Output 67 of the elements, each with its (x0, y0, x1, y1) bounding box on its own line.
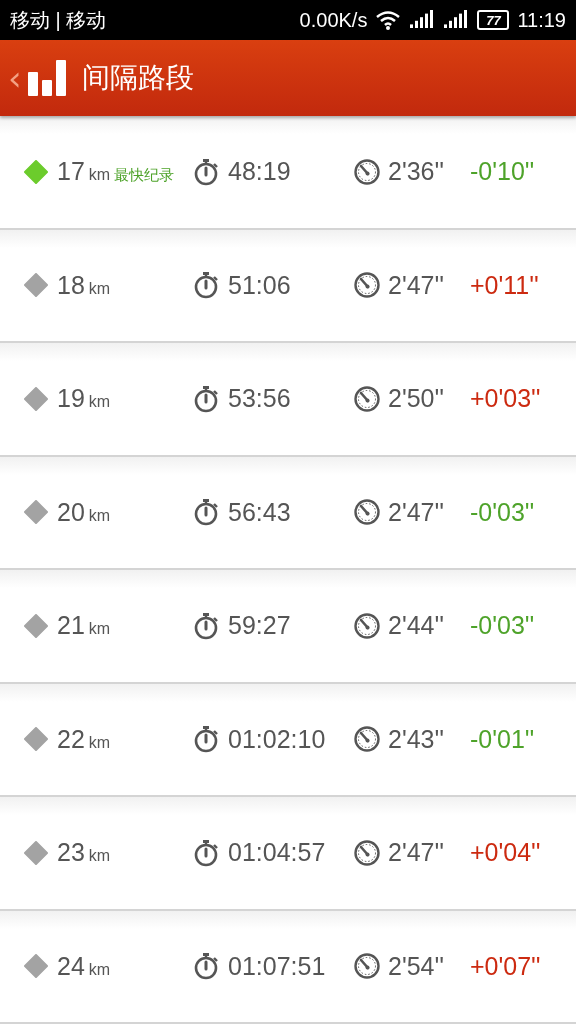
stopwatch-icon (192, 952, 220, 981)
distance-value: 18 (57, 270, 85, 300)
speedometer-icon (353, 271, 381, 300)
battery-icon: 77 (477, 10, 510, 30)
carrier-label: 移动 | 移动 (10, 7, 107, 33)
split-time: 51:06 (228, 270, 291, 300)
distance-unit: km (88, 847, 111, 866)
pace-difference: -0'03'' (470, 497, 535, 527)
pace-value: 2'47'' (388, 497, 445, 527)
split-time: 01:07:51 (228, 951, 326, 981)
speedometer-icon (353, 157, 381, 186)
distance-unit: km (88, 166, 111, 185)
stopwatch-icon (192, 611, 220, 640)
split-time: 48:19 (228, 157, 291, 187)
wifi-icon (375, 10, 402, 30)
stopwatch-icon (192, 725, 220, 754)
split-time: 53:56 (228, 384, 291, 414)
speedometer-icon (353, 384, 381, 413)
signal-icon (409, 10, 436, 30)
bar-chart-icon (27, 60, 66, 96)
back-button[interactable]: ‹ (8, 61, 22, 95)
pace-difference: +0'04'' (470, 838, 541, 868)
best-record-label: 最快纪录 (114, 166, 175, 186)
distance-value: 20 (57, 497, 85, 527)
distance-unit: km (88, 960, 111, 979)
distance-value: 24 (57, 951, 85, 981)
pace-value: 2'47'' (388, 838, 445, 868)
stopwatch-icon (192, 838, 220, 867)
signal-icon (443, 10, 470, 30)
distance-value: 23 (57, 838, 85, 868)
distance-value: 19 (57, 384, 85, 414)
pace-difference: -0'01'' (470, 724, 535, 754)
pace-value: 2'44'' (388, 611, 445, 641)
distance-value: 21 (57, 611, 85, 641)
pace-value: 2'54'' (388, 951, 445, 981)
network-speed: 0.00K/s (299, 8, 368, 32)
split-time: 56:43 (228, 497, 291, 527)
pace-value: 2'43'' (388, 724, 445, 754)
distance-value: 17 (57, 157, 85, 187)
stopwatch-icon (192, 498, 220, 527)
distance-unit: km (88, 279, 111, 298)
speedometer-icon (353, 611, 381, 640)
distance-unit: km (88, 620, 111, 639)
distance-value: 22 (57, 724, 85, 754)
pace-difference: -0'10'' (470, 157, 535, 187)
speedometer-icon (353, 725, 381, 754)
distance-unit: km (88, 733, 111, 752)
stopwatch-icon (192, 384, 220, 413)
speedometer-icon (353, 952, 381, 981)
speedometer-icon (353, 838, 381, 867)
pace-difference: +0'07'' (470, 951, 541, 981)
stopwatch-icon (192, 157, 220, 186)
pace-value: 2'36'' (388, 157, 445, 187)
pace-difference: -0'03'' (470, 611, 535, 641)
page-title: 间隔路段 (81, 60, 194, 96)
stopwatch-icon (192, 271, 220, 300)
distance-unit: km (88, 506, 111, 525)
pace-value: 2'50'' (388, 384, 445, 414)
split-time: 01:02:10 (228, 724, 326, 754)
distance-unit: km (88, 393, 111, 412)
speedometer-icon (353, 498, 381, 527)
clock: 11:19 (517, 8, 566, 32)
pace-value: 2'47'' (388, 270, 445, 300)
pace-difference: +0'11'' (470, 270, 539, 300)
pace-difference: +0'03'' (470, 384, 541, 414)
split-time: 59:27 (228, 611, 291, 641)
split-time: 01:04:57 (228, 838, 326, 868)
